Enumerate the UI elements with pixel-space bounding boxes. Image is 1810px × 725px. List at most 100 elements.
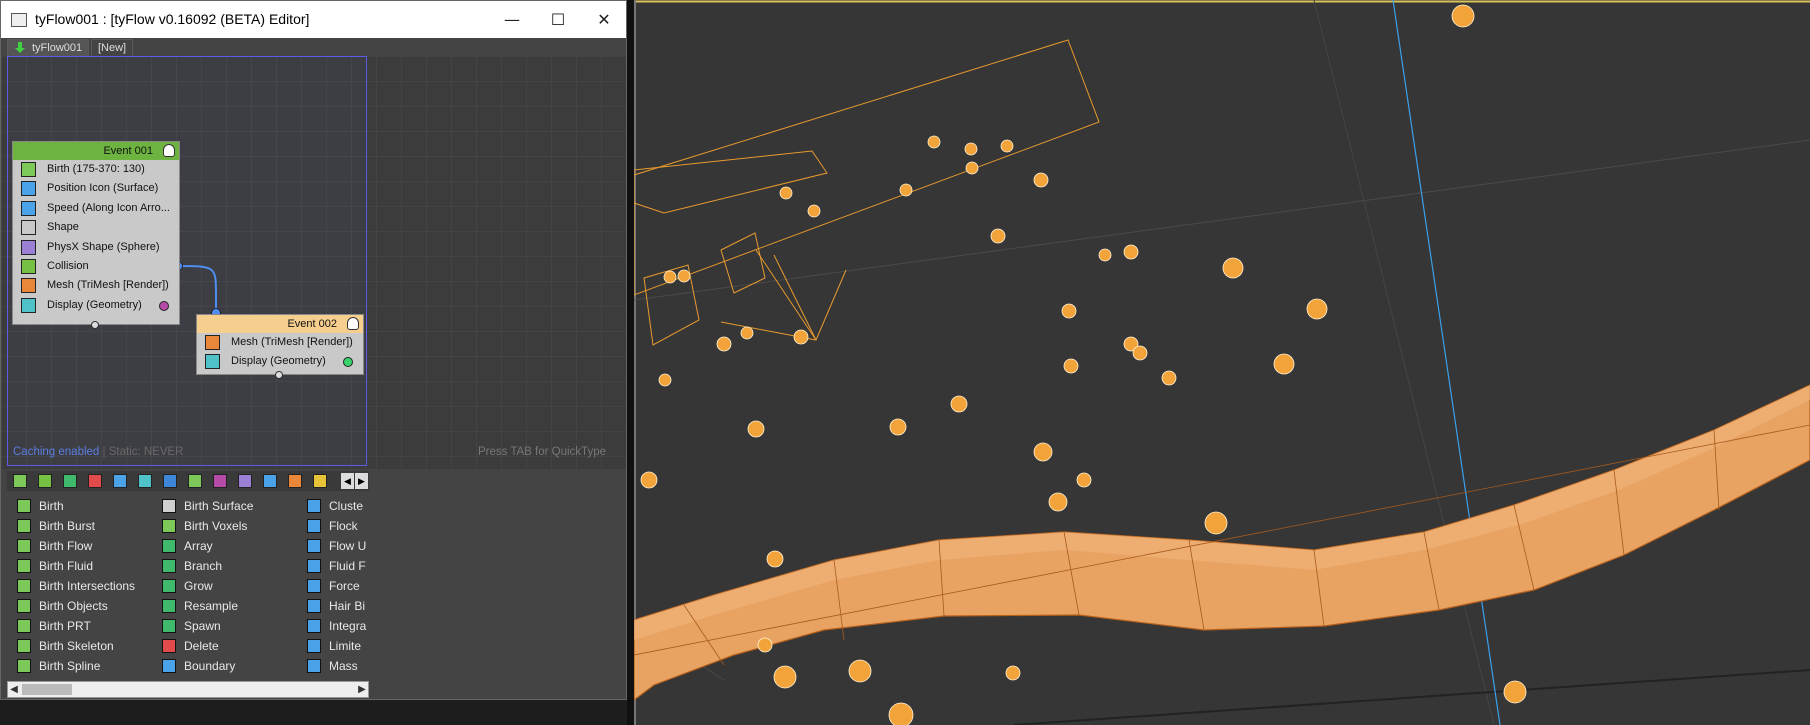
close-button[interactable]: ✕ [581,1,627,38]
operator-palette-item[interactable]: Spawn [152,616,253,636]
scroll-left-arrow[interactable]: ◀ [341,473,354,489]
operator-shape[interactable]: Shape [13,218,179,237]
scroll-right-button[interactable]: ▶ [356,682,368,697]
operator-speed[interactable]: Speed (Along Icon Arro... [13,199,179,218]
operator-icon [307,519,321,533]
category-filter-icon[interactable] [63,474,77,488]
window-title: tyFlow001 : [tyFlow v0.16092 (BETA) Edit… [35,11,310,27]
operator-palette-label: Hair Bi [329,599,366,613]
event-001-node[interactable]: Event 001 Birth (175-370: 130) Position I… [12,141,180,325]
maximize-button[interactable]: ☐ [535,1,581,38]
event-header[interactable]: Event 002 [197,315,363,333]
operator-palette-item[interactable]: Integra [297,616,366,636]
scrollbar-thumb[interactable] [22,684,72,695]
operator-palette-label: Branch [184,559,223,573]
operator-icon [162,639,176,653]
operator-palette-item[interactable]: Cluste [297,496,366,516]
operator-palette-item[interactable]: Birth Skeleton [7,636,135,656]
operator-palette-item[interactable]: Array [152,536,253,556]
title-bar[interactable]: tyFlow001 : [tyFlow v0.16092 (BETA) Edit… [1,1,626,38]
particle-sphere [889,418,907,436]
particle-sphere [658,373,672,387]
operator-palette-label: Array [184,539,213,553]
category-filter-icon[interactable] [113,474,127,488]
operator-palette-item[interactable]: Birth Intersections [7,576,135,596]
operator-birth[interactable]: Birth (175-370: 130) [13,160,179,179]
operator-palette-item[interactable]: Birth Spline [7,656,135,676]
particle-sphere [1222,257,1244,279]
operator-palette-item[interactable]: Birth Flow [7,536,135,556]
operator-palette-label: Mass [329,659,358,673]
display-color-swatch[interactable] [343,357,353,368]
operator-palette-item[interactable]: Hair Bi [297,596,366,616]
operator-palette-item[interactable]: Flock [297,516,366,536]
category-filter-icon[interactable] [38,474,52,488]
operator-palette-item[interactable]: Delete [152,636,253,656]
operator-mesh[interactable]: Mesh (TriMesh [Render]) [197,333,363,352]
operator-icon [307,579,321,593]
operator-palette-item[interactable]: Fluid F [297,556,366,576]
operator-palette-label: Birth PRT [39,619,91,633]
operator-palette-item[interactable]: Force [297,576,366,596]
operator-palette-item[interactable]: Birth Surface [152,496,253,516]
operator-palette-item[interactable]: Limite [297,636,366,656]
tab-label: tyFlow001 [32,42,83,54]
operator-palette-item[interactable]: Mass [297,656,366,676]
particle-sphere [1503,680,1527,704]
scroll-left-button[interactable]: ◀ [8,682,20,697]
scroll-right-arrow[interactable]: ▶ [355,473,368,489]
category-filter-icon[interactable] [138,474,152,488]
operator-palette-item[interactable]: Birth PRT [7,616,135,636]
operator-palette-label: Birth Surface [184,499,254,513]
particle-sphere [773,665,797,689]
operator-palette-item[interactable]: Boundary [152,656,253,676]
operator-palette-item[interactable]: Birth Voxels [152,516,253,536]
operator-palette-item[interactable]: Resample [152,596,253,616]
palette-horizontal-scrollbar[interactable]: ◀ ▶ [7,681,369,698]
operator-palette-item[interactable]: Flow U [297,536,366,556]
operator-label: Position Icon (Surface) [47,182,159,195]
operator-collision[interactable]: Collision [13,257,179,276]
operator-palette-item[interactable]: Birth Burst [7,516,135,536]
minimize-button[interactable]: — [489,1,535,38]
category-filter-icon[interactable] [313,474,327,488]
cache-status: Caching enabled | Static: NEVER [13,446,184,458]
category-filter-icon[interactable] [288,474,302,488]
tab-tyflow001[interactable]: tyFlow001 [7,39,90,56]
3d-viewport[interactable] [634,0,1810,725]
particle-sphere [950,395,968,413]
category-filter-icon[interactable] [88,474,102,488]
tab-new[interactable]: [New] [91,39,134,56]
operator-position-icon[interactable]: Position Icon (Surface) [13,179,179,198]
particle-sphere [757,637,773,653]
operator-palette-item[interactable]: Birth [7,496,135,516]
category-filter-icon[interactable] [213,474,227,488]
operator-mesh[interactable]: Mesh (TriMesh [Render]) [13,276,179,295]
operator-display[interactable]: Display (Geometry) [197,352,363,371]
particle-sphere [1161,370,1177,386]
operator-display[interactable]: Display (Geometry) [13,296,179,315]
operator-label: Collision [47,259,89,272]
event-002-node[interactable]: Event 002 Mesh (TriMesh [Render]) Display… [196,314,364,375]
operator-physx-shape[interactable]: PhysX Shape (Sphere) [13,238,179,257]
operator-icon [162,559,176,573]
event-output-knob[interactable] [91,321,99,329]
category-filter-icon[interactable] [263,474,277,488]
operator-palette-item[interactable]: Birth Objects [7,596,135,616]
lightbulb-icon[interactable] [347,317,359,330]
event-output-knob[interactable] [275,371,283,379]
lightbulb-icon[interactable] [163,144,175,157]
display-color-swatch[interactable] [159,300,169,311]
operator-icon [17,639,31,653]
category-filter-icon[interactable] [188,474,202,488]
flow-canvas[interactable]: Event 001 Birth (175-370: 130) Position I… [1,56,626,469]
category-filter-icon[interactable] [163,474,177,488]
event-header[interactable]: Event 001 [13,142,179,160]
event-title: Event 001 [103,145,153,157]
category-filter-icon[interactable] [238,474,252,488]
operator-palette-item[interactable]: Birth Fluid [7,556,135,576]
category-filter-icon[interactable] [13,474,27,488]
operator-palette-item[interactable]: Branch [152,556,253,576]
operator-palette-item[interactable]: Grow [152,576,253,596]
particle-sphere [990,228,1006,244]
